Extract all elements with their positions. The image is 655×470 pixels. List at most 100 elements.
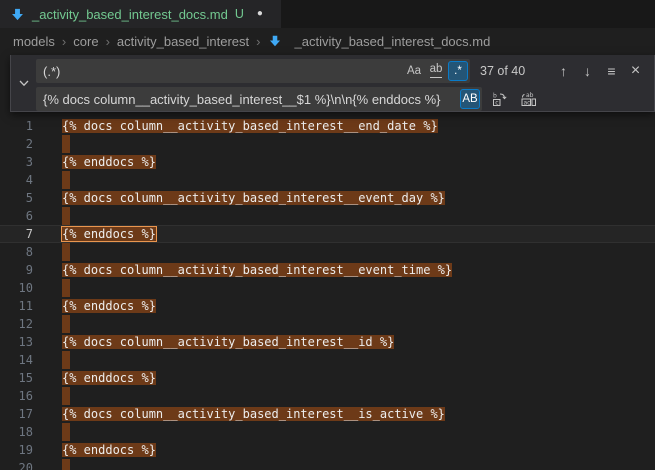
match-highlight: {% docs column__activity_based_interest_…: [62, 335, 394, 349]
line-number[interactable]: 9: [0, 261, 33, 279]
regex-toggle[interactable]: .*: [448, 61, 468, 81]
breadcrumb-item-core[interactable]: core: [73, 34, 98, 49]
code-text: {% docs column__activity_based_interest_…: [62, 333, 394, 351]
close-find-widget-button[interactable]: ×: [625, 61, 646, 82]
previous-match-button[interactable]: ↑: [553, 61, 574, 82]
next-match-button[interactable]: ↓: [577, 61, 598, 82]
code-line[interactable]: 17 {% docs column__activity_based_interes…: [0, 405, 655, 423]
code-line[interactable]: 14: [0, 351, 655, 369]
breadcrumb-separator-icon: ›: [106, 34, 110, 49]
match-highlight: {% docs column__activity_based_interest_…: [62, 191, 445, 205]
match-highlight: {% enddocs %}: [62, 155, 156, 169]
line-number[interactable]: 12: [0, 315, 33, 333]
code-text: {% enddocs %}: [62, 369, 156, 387]
tab-filename: _activity_based_interest_docs.md: [32, 7, 228, 22]
editor-tab[interactable]: _activity_based_interest_docs.md U ●: [0, 0, 281, 28]
code-line[interactable]: 7 {% enddocs %}: [0, 225, 655, 243]
breadcrumb: models › core › activity_based_interest …: [0, 28, 655, 54]
code-line[interactable]: 1 {% docs column__activity_based_interest…: [0, 117, 655, 135]
line-number[interactable]: 4: [0, 171, 33, 189]
breadcrumb-item-activity-based-interest[interactable]: activity_based_interest: [117, 34, 249, 49]
line-number[interactable]: 7: [0, 225, 33, 243]
breadcrumb-item-models[interactable]: models: [13, 34, 55, 49]
match-highlight: {% enddocs %}: [62, 443, 156, 457]
code-text: {% docs column__activity_based_interest_…: [62, 261, 452, 279]
empty-line-match-highlight: [62, 459, 70, 470]
markdown-file-icon: [10, 7, 25, 22]
line-number[interactable]: 14: [0, 351, 33, 369]
line-number[interactable]: 19: [0, 441, 33, 459]
toggle-replace-chevron-icon[interactable]: [11, 55, 36, 111]
code-line[interactable]: 16: [0, 387, 655, 405]
code-line[interactable]: 4: [0, 171, 655, 189]
arrow-down-icon: ↓: [584, 63, 591, 79]
code-text: {% enddocs %}: [62, 153, 156, 171]
line-number[interactable]: 15: [0, 369, 33, 387]
line-number[interactable]: 17: [0, 405, 33, 423]
line-number[interactable]: 20: [0, 459, 33, 470]
code-line[interactable]: 19 {% enddocs %}: [0, 441, 655, 459]
breadcrumb-separator-icon: ›: [62, 34, 66, 49]
code-line[interactable]: 9 {% docs column__activity_based_interest…: [0, 261, 655, 279]
code-line[interactable]: 6: [0, 207, 655, 225]
find-buttons: ↑ ↓ ≡ ×: [553, 61, 646, 82]
breadcrumb-separator-icon: ›: [256, 34, 260, 49]
modified-dot-icon[interactable]: ●: [257, 9, 263, 19]
preserve-case-toggle[interactable]: AB: [460, 89, 480, 109]
code-line[interactable]: 11 {% enddocs %}: [0, 297, 655, 315]
empty-line-match-highlight: [62, 423, 70, 441]
svg-text:c: c: [495, 100, 498, 107]
match-highlight: {% docs column__activity_based_interest_…: [62, 407, 445, 421]
line-number[interactable]: 8: [0, 243, 33, 261]
code-text: {% docs column__activity_based_interest_…: [62, 189, 445, 207]
find-input[interactable]: (.*) Aa ab .*: [36, 59, 470, 83]
replace-input[interactable]: {% docs column__activity_based_interest_…: [36, 87, 482, 111]
code-line[interactable]: 2: [0, 135, 655, 153]
line-number[interactable]: 16: [0, 387, 33, 405]
code-line[interactable]: 18: [0, 423, 655, 441]
find-in-selection-button[interactable]: ≡: [601, 61, 622, 82]
whole-word-toggle[interactable]: ab: [426, 61, 446, 81]
code-line[interactable]: 20: [0, 459, 655, 470]
empty-line-match-highlight: [62, 387, 70, 405]
code-lines: 1 {% docs column__activity_based_interest…: [0, 117, 655, 470]
line-number[interactable]: 11: [0, 297, 33, 315]
line-number[interactable]: 13: [0, 333, 33, 351]
replace-button[interactable]: b c: [489, 89, 510, 110]
line-number[interactable]: 1: [0, 117, 33, 135]
match-case-toggle[interactable]: Aa: [404, 61, 424, 81]
empty-line-match-highlight: [62, 315, 70, 333]
code-text: {% docs column__activity_based_interest_…: [62, 405, 445, 423]
code-line[interactable]: 3 {% enddocs %}: [0, 153, 655, 171]
replace-all-button[interactable]: ab ac: [518, 89, 539, 110]
find-in-selection-icon: ≡: [607, 63, 615, 79]
replace-actions: b c ab ac: [489, 89, 539, 110]
code-line[interactable]: 12: [0, 315, 655, 333]
line-number[interactable]: 5: [0, 189, 33, 207]
code-text: {% enddocs %}: [62, 441, 156, 459]
code-text: {% enddocs %}: [62, 297, 156, 315]
code-line[interactable]: 15 {% enddocs %}: [0, 369, 655, 387]
code-line[interactable]: 10: [0, 279, 655, 297]
current-match-highlight: {% enddocs %}: [62, 227, 156, 241]
code-text: {% enddocs %}: [62, 225, 156, 243]
code-line[interactable]: 5 {% docs column__activity_based_interest…: [0, 189, 655, 207]
editor-pane[interactable]: 1{% docs column__activity_based_interest…: [0, 54, 655, 470]
line-number[interactable]: 10: [0, 279, 33, 297]
close-icon: ×: [631, 62, 640, 80]
find-row: (.*) Aa ab .* 37 of 40 ↑: [36, 59, 646, 83]
line-number[interactable]: 18: [0, 423, 33, 441]
line-number[interactable]: 6: [0, 207, 33, 225]
git-status-badge: U: [235, 7, 244, 21]
breadcrumb-item-file[interactable]: _activity_based_interest_docs.md: [268, 34, 491, 49]
svg-text:b: b: [493, 93, 497, 100]
line-number[interactable]: 3: [0, 153, 33, 171]
regex-label: .*: [454, 65, 462, 77]
code-line[interactable]: 13 {% docs column__activity_based_interes…: [0, 333, 655, 351]
line-number[interactable]: 2: [0, 135, 33, 153]
tab-bar: _activity_based_interest_docs.md U ●: [0, 0, 655, 28]
match-highlight: {% docs column__activity_based_interest_…: [62, 119, 438, 133]
code-line[interactable]: 8: [0, 243, 655, 261]
breadcrumb-file-label: _activity_based_interest_docs.md: [295, 34, 491, 49]
match-highlight: {% docs column__activity_based_interest_…: [62, 263, 452, 277]
